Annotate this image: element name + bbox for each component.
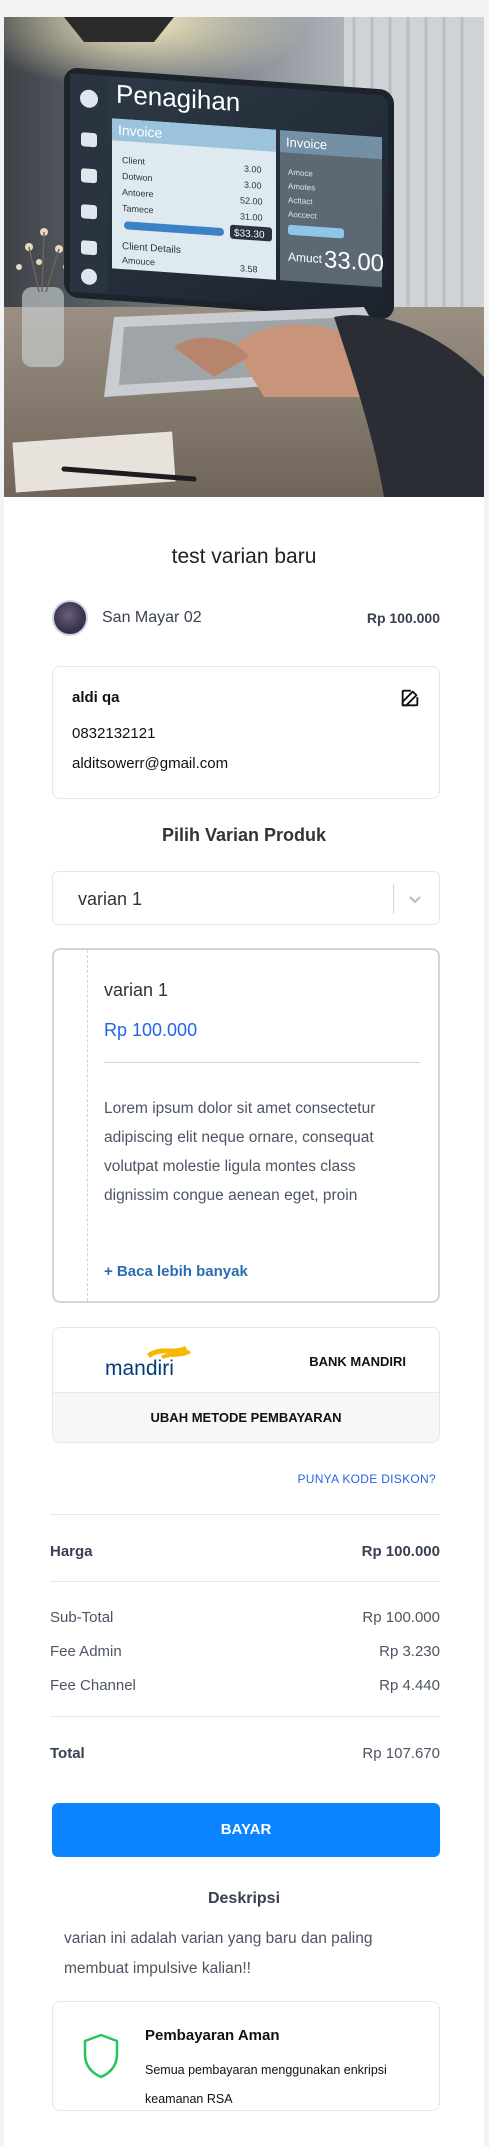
svg-text:Amuct: Amuct [288, 250, 323, 266]
bank-name: BANK MANDIRI [309, 1354, 406, 1369]
divider [50, 1581, 440, 1582]
total-label: Total [50, 1745, 85, 1762]
svg-text:$33.30: $33.30 [234, 228, 265, 241]
edit-icon[interactable] [399, 687, 421, 709]
svg-text:Amotes: Amotes [288, 182, 315, 193]
divider [50, 1716, 440, 1717]
seller-name: San Mayar 02 [102, 609, 202, 626]
subtotal-row: Sub-Total Rp 100.000 [50, 1609, 440, 1629]
price-label: Harga [50, 1543, 93, 1560]
fee-channel-value: Rp 4.440 [379, 1677, 440, 1694]
description-heading: Deskripsi [207, 1890, 281, 1907]
svg-text:3.58: 3.58 [240, 263, 258, 274]
hero-left-header: Invoice [118, 122, 163, 141]
divider [50, 1514, 440, 1515]
product-hero-image: Penagihan Invoice Client 3.00 Dotwon 3.00 … [4, 17, 484, 497]
secure-payment-title: Pembayaran Aman [145, 2027, 280, 2044]
fee-admin-row: Fee Admin Rp 3.230 [50, 1643, 440, 1663]
fee-channel-label: Fee Channel [50, 1677, 136, 1694]
chevron-down-icon[interactable] [405, 889, 425, 909]
variant-price: Rp 100.000 [104, 1020, 198, 1040]
mandiri-logo: mandiri [105, 1346, 191, 1380]
svg-text:Acttact: Acttact [288, 196, 313, 207]
description-text: varian ini adalah varian yang baru dan p… [64, 1930, 373, 1977]
shield-icon [83, 2033, 119, 2079]
secure-payment-text: Semua pembayaran menggunakan enkripsi ke… [145, 2063, 387, 2106]
svg-text:33.00: 33.00 [324, 246, 384, 277]
variant-card[interactable]: varian 1 Rp 100.000 Lorem ipsum dolor si… [52, 948, 440, 1303]
pay-button[interactable]: BAYAR [52, 1803, 440, 1857]
svg-text:52.00: 52.00 [240, 195, 263, 207]
buyer-email: alditsowerr@gmail.com [72, 755, 229, 772]
total-row: Total Rp 107.670 [50, 1745, 440, 1765]
fee-channel-row: Fee Channel Rp 4.440 [50, 1677, 440, 1697]
price-value: Rp 100.000 [361, 1543, 440, 1560]
variant-description: Lorem ipsum dolor sit amet consectetur a… [104, 1100, 376, 1204]
hero-right-header: Invoice [286, 135, 327, 153]
variant-heading: Pilih Varian Produk [161, 825, 327, 845]
buyer-name: aldi qa [72, 689, 120, 706]
svg-text:Dotwon: Dotwon [122, 171, 152, 183]
seller-row: San Mayar 02 Rp 100.000 [52, 600, 440, 636]
seller-avatar [52, 600, 88, 636]
variant-card-divider [87, 950, 88, 1301]
subtotal-label: Sub-Total [50, 1609, 114, 1626]
svg-text:3.00: 3.00 [244, 180, 262, 191]
select-separator [393, 884, 394, 914]
fee-admin-label: Fee Admin [50, 1643, 122, 1660]
checkout-page: Penagihan Invoice Client 3.00 Dotwon 3.00 … [4, 17, 484, 2147]
svg-text:Client: Client [122, 155, 145, 167]
payment-method-card: mandiri BANK MANDIRI UBAH METODE PEMBAYA… [52, 1327, 440, 1443]
svg-text:Amoce: Amoce [288, 168, 313, 179]
discount-code-link[interactable]: PUNYA KODE DISKON? [297, 1472, 436, 1486]
svg-text:3.00: 3.00 [244, 164, 262, 175]
fee-admin-value: Rp 3.230 [379, 1643, 440, 1660]
mandiri-logo-text: mandiri [105, 1357, 174, 1380]
buyer-info-card: aldi qa 0832132121 alditsowerr@gmail.com [52, 666, 440, 799]
read-more-link[interactable]: + Baca lebih banyak [104, 1263, 248, 1280]
variant-separator [104, 1062, 420, 1063]
product-title: test varian baru [171, 545, 317, 568]
subtotal-value: Rp 100.000 [362, 1609, 440, 1626]
variant-select[interactable]: varian 1 [52, 871, 440, 925]
secure-payment-card: Pembayaran Aman Semua pembayaran menggun… [52, 2001, 440, 2111]
buyer-phone: 0832132121 [72, 725, 156, 742]
variant-select-value: varian 1 [78, 889, 143, 909]
hero-illustration: Penagihan Invoice Client3.00 Dotwon3.00 … [4, 17, 484, 497]
seller-price: Rp 100.000 [366, 610, 440, 626]
price-row: Harga Rp 100.000 [50, 1543, 440, 1563]
change-payment-button[interactable]: UBAH METODE PEMBAYARAN [53, 1392, 439, 1442]
total-value: Rp 107.670 [362, 1745, 440, 1762]
variant-name: varian 1 [104, 980, 169, 1000]
svg-text:31.00: 31.00 [240, 211, 263, 223]
